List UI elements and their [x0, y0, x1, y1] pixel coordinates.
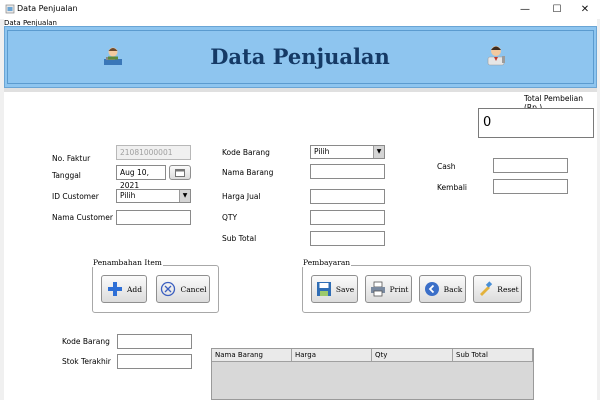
close-button[interactable]: ✕: [570, 0, 600, 19]
no-faktur-label: No. Faktur: [52, 154, 91, 163]
penambahan-item-title: Penambahan Item: [92, 258, 163, 267]
kode-barang-select-value: Pilih: [314, 147, 330, 156]
calendar-button[interactable]: [169, 165, 191, 180]
nama-customer-label: Nama Customer: [52, 213, 113, 222]
back-button-label: Back: [443, 284, 463, 294]
stock-kode-barang-label: Kode Barang: [62, 337, 110, 346]
reset-button-label: Reset: [497, 284, 519, 294]
save-button[interactable]: Save: [311, 275, 358, 303]
add-button-label: Add: [126, 284, 143, 294]
table-header-qty[interactable]: Qty: [372, 349, 453, 362]
kembali-field[interactable]: [493, 179, 568, 194]
stok-terakhir-field[interactable]: [117, 354, 192, 369]
kode-barang-label: Kode Barang: [222, 148, 270, 157]
table-header-harga[interactable]: Harga: [292, 349, 372, 362]
chevron-down-icon: ▼: [179, 190, 190, 202]
cash-field[interactable]: [493, 158, 568, 173]
tanggal-label: Tanggal: [52, 171, 81, 180]
cancel-icon: [159, 280, 177, 298]
sub-total-label: Sub Total: [222, 234, 257, 243]
no-faktur-field[interactable]: 21081000001: [116, 145, 191, 160]
qty-label: QTY: [222, 213, 238, 222]
window-app-icon: [5, 4, 15, 14]
minimize-button[interactable]: —: [510, 0, 540, 19]
stock-kode-barang-field[interactable]: [117, 334, 192, 349]
harga-jual-label: Harga Jual: [222, 192, 261, 201]
tanggal-field[interactable]: Aug 10, 2021: [116, 165, 166, 190]
qty-field[interactable]: [310, 210, 385, 225]
kode-barang-select[interactable]: Pilih ▼: [310, 145, 385, 159]
print-icon: [369, 280, 387, 298]
table-header-sub-total[interactable]: Sub Total: [453, 349, 533, 362]
cashier-left-icon: [104, 47, 122, 65]
print-button-label: Print: [389, 284, 409, 294]
nama-barang-label: Nama Barang: [222, 168, 274, 177]
page-title: Data Penjualan: [210, 44, 390, 69]
back-button[interactable]: Back: [419, 275, 466, 303]
reset-icon: [476, 280, 494, 298]
total-value-field[interactable]: 0: [478, 108, 594, 138]
table-header-nama-barang[interactable]: Nama Barang: [212, 349, 292, 362]
cancel-button[interactable]: Cancel: [156, 275, 210, 303]
maximize-button[interactable]: ☐: [542, 0, 572, 19]
back-icon: [423, 280, 441, 298]
save-button-label: Save: [335, 284, 355, 294]
print-button[interactable]: Print: [365, 275, 412, 303]
save-icon: [315, 280, 333, 298]
nama-barang-field[interactable]: [310, 164, 385, 179]
id-customer-select-value: Pilih: [120, 191, 136, 200]
id-customer-select[interactable]: Pilih ▼: [116, 189, 191, 203]
pembayaran-title: Pembayaran: [302, 258, 352, 267]
harga-jual-field[interactable]: [310, 189, 385, 204]
add-icon: [106, 280, 124, 298]
cashier-right-icon: [487, 46, 505, 66]
stok-terakhir-label: Stok Terakhir: [62, 357, 111, 366]
id-customer-label: ID Customer: [52, 192, 99, 201]
cancel-button-label: Cancel: [180, 284, 207, 294]
cash-label: Cash: [437, 162, 456, 171]
reset-button[interactable]: Reset: [473, 275, 522, 303]
kembali-label: Kembali: [437, 183, 467, 192]
items-table[interactable]: Nama Barang Harga Qty Sub Total: [211, 348, 534, 400]
calendar-icon: [175, 168, 185, 177]
sub-total-field[interactable]: [310, 231, 385, 246]
nama-customer-field[interactable]: [116, 210, 191, 225]
chevron-down-icon: ▼: [373, 146, 384, 158]
add-button[interactable]: Add: [101, 275, 147, 303]
window-title: Data Penjualan: [17, 4, 78, 13]
header-separator: [4, 88, 597, 92]
